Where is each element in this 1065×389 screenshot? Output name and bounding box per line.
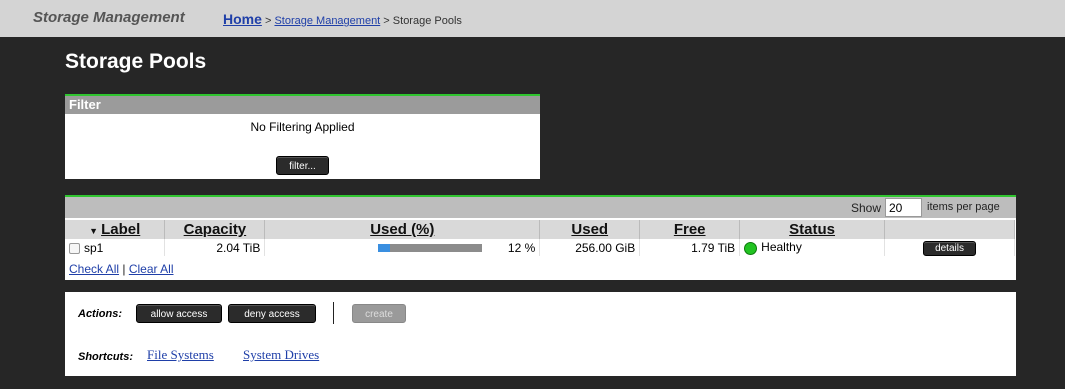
items-per-page-label: items per page [927, 201, 1000, 213]
breadcrumb-storage-management-link[interactable]: Storage Management [274, 15, 380, 27]
check-all-link[interactable]: Check All [69, 262, 119, 276]
clear-all-link[interactable]: Clear All [129, 262, 174, 276]
filter-status-message: No Filtering Applied [250, 120, 355, 134]
table-row: sp1 2.04 TiB 12 % 256.00 GiB 1.79 TiB He… [65, 239, 1015, 256]
breadcrumb: Home > Storage Management > Storage Pool… [223, 11, 462, 27]
filter-heading: Filter [65, 96, 540, 114]
filter-panel: Filter No Filtering Applied filter... [65, 94, 540, 179]
column-header-label[interactable]: ▼ Label [65, 220, 166, 239]
check-links: Check All | Clear All [69, 262, 174, 276]
breadcrumb-current: Storage Pools [392, 15, 462, 27]
column-header-capacity[interactable]: Capacity [164, 220, 266, 239]
cell-capacity: 2.04 TiB [164, 239, 266, 256]
sort-descending-icon: ▼ [89, 226, 99, 236]
storage-pools-table: ▼ Label Capacity Used (%) Used Free Statu… [65, 220, 1015, 256]
used-percent-text: 12 % [507, 240, 536, 255]
column-header-used[interactable]: Used [539, 220, 641, 239]
usage-bar-fill [377, 244, 391, 253]
show-label: Show [851, 201, 882, 215]
column-header-used-percent[interactable]: Used (%) [264, 220, 541, 239]
pagination-bar: Show items per page [65, 197, 1016, 218]
status-text: Healthy [761, 240, 802, 255]
column-header-free[interactable]: Free [639, 220, 741, 239]
status-healthy-icon [744, 241, 758, 255]
column-header-actions [884, 220, 1015, 239]
breadcrumb-home-link[interactable]: Home [223, 11, 262, 27]
details-button[interactable]: details [923, 240, 977, 256]
column-header-status[interactable]: Status [739, 220, 886, 239]
filter-button[interactable]: filter... [276, 156, 329, 175]
top-bar: Storage Management Home > Storage Manage… [0, 0, 1065, 37]
items-per-page-input[interactable] [885, 198, 922, 217]
row-checkbox[interactable] [69, 242, 80, 254]
page-title: Storage Pools [65, 50, 207, 73]
create-button: create [352, 304, 406, 323]
actions-label: Actions: [78, 308, 122, 320]
cell-used-percent: 12 % [264, 239, 541, 256]
breadcrumb-separator: > [261, 15, 275, 27]
check-links-separator: | [119, 262, 129, 276]
actions-panel: Actions: allow access deny access create… [65, 292, 1016, 376]
table-header-row: ▼ Label Capacity Used (%) Used Free Statu… [65, 220, 1015, 239]
cell-status: Healthy [739, 239, 886, 256]
cell-label: sp1 [65, 239, 166, 256]
storage-pools-table-panel: Show items per page ▼Label Capacity Used… [65, 195, 1016, 280]
allow-access-button[interactable]: allow access [136, 304, 222, 323]
app-title: Storage Management [33, 9, 185, 26]
cell-used: 256.00 GiB [539, 239, 641, 256]
system-drives-link[interactable]: System Drives [243, 347, 319, 363]
shortcuts-label: Shortcuts: [78, 351, 133, 363]
cell-details: details [884, 239, 1015, 256]
file-systems-link[interactable]: File Systems [147, 347, 214, 363]
pool-label: sp1 [84, 240, 104, 255]
deny-access-button[interactable]: deny access [228, 304, 316, 323]
cell-free: 1.79 TiB [639, 239, 741, 256]
breadcrumb-separator: > [380, 15, 393, 27]
usage-bar [377, 244, 482, 253]
actions-divider [333, 302, 334, 324]
